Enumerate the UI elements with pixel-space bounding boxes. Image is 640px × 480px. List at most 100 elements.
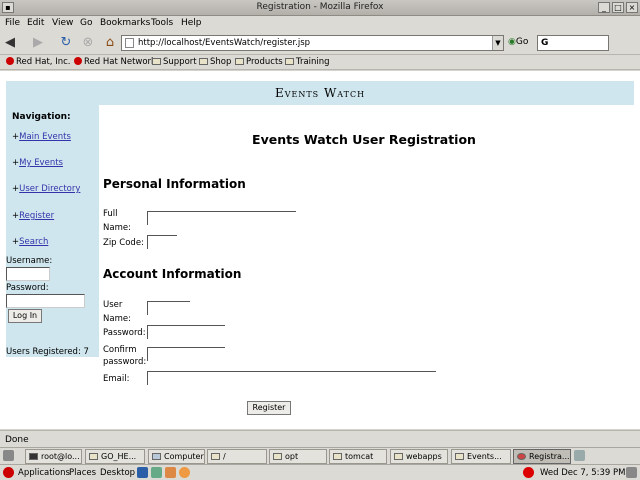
- password-input[interactable]: [6, 294, 85, 308]
- zip-code-field[interactable]: [147, 235, 177, 249]
- stop-icon[interactable]: ⊗: [80, 35, 96, 51]
- go-arrow-icon: ◉: [508, 37, 516, 47]
- applications-menu[interactable]: Applications: [18, 468, 70, 478]
- menu-edit[interactable]: Edit: [27, 18, 44, 28]
- window-list: root@lo... GO_HE... Computer / opt tomca…: [0, 447, 640, 464]
- reload-icon[interactable]: ↻: [58, 35, 74, 51]
- task-terminal[interactable]: root@lo...: [25, 449, 82, 464]
- desktop-panel: Applications Places Desktop Wed Dec 7, 5…: [0, 464, 640, 480]
- page-title: Events Watch User Registration: [252, 132, 476, 147]
- update-alert-icon[interactable]: [523, 467, 534, 478]
- task-go-he[interactable]: GO_HE...: [85, 449, 145, 464]
- nav-item-main-events: +Main Events: [12, 132, 71, 142]
- confirm-password-field[interactable]: [147, 347, 225, 361]
- full-name-label-line2: Name:: [103, 223, 131, 233]
- firefox-launcher-icon[interactable]: [179, 467, 190, 478]
- task-webapps[interactable]: webapps: [390, 449, 448, 464]
- users-registered-count: Users Registered: 7: [6, 347, 89, 357]
- nav-link-register[interactable]: Register: [19, 211, 54, 221]
- nav-item-user-directory: +User Directory: [12, 184, 80, 194]
- office-launcher-icon[interactable]: [165, 467, 176, 478]
- url-bar[interactable]: http://localhost/EventsWatch/register.js…: [121, 35, 504, 51]
- task-label: tomcat: [345, 452, 374, 461]
- forward-arrow-icon[interactable]: ▶: [30, 35, 46, 51]
- menu-file[interactable]: File: [5, 18, 20, 28]
- bookmark-redhat[interactable]: Red Hat, Inc.: [6, 57, 70, 67]
- folder-icon: [333, 453, 342, 460]
- confirm-password-label: Confirm password:: [103, 344, 146, 368]
- terminal-icon: [29, 453, 38, 460]
- bookmark-training[interactable]: Training: [285, 57, 330, 67]
- navigation-toolbar: ◀ ▶ ↻ ⊗ ⌂ http://localhost/EventsWatch/r…: [0, 31, 640, 55]
- task-computer[interactable]: Computer: [148, 449, 205, 464]
- task-label: root@lo...: [41, 452, 80, 461]
- url-text[interactable]: http://localhost/EventsWatch/register.js…: [138, 38, 310, 48]
- sidebar: Navigation: +Main Events +My Events +Use…: [6, 105, 99, 357]
- folder-icon: [394, 453, 403, 460]
- folder-icon: [89, 453, 98, 460]
- workspace-switcher-icon[interactable]: [574, 450, 585, 461]
- back-arrow-icon[interactable]: ◀: [2, 35, 18, 51]
- nav-link-search[interactable]: Search: [19, 237, 48, 247]
- places-menu[interactable]: Places: [69, 468, 96, 478]
- nav-item-register: +Register: [12, 211, 54, 221]
- nav-link-my-events[interactable]: My Events: [19, 158, 63, 168]
- menu-tools[interactable]: Tools: [151, 18, 173, 28]
- clock[interactable]: Wed Dec 7, 5:39 PM: [540, 468, 625, 478]
- register-button[interactable]: Register: [247, 401, 291, 415]
- window-titlebar[interactable]: ▪ Registration - Mozilla Firefox _ □ ×: [0, 0, 640, 16]
- url-dropdown-icon[interactable]: ▼: [492, 36, 503, 50]
- go-button[interactable]: ◉Go: [508, 37, 528, 47]
- task-tomcat[interactable]: tomcat: [329, 449, 387, 464]
- nav-link-main-events[interactable]: Main Events: [19, 132, 71, 142]
- bookmark-label: Red Hat Network: [84, 57, 156, 67]
- full-name-label-line1: Full: [103, 209, 118, 219]
- bookmark-shop[interactable]: Shop: [199, 57, 231, 67]
- redhat-icon: [74, 57, 82, 65]
- home-icon[interactable]: ⌂: [102, 35, 118, 51]
- task-label: /: [223, 452, 226, 461]
- zip-code-label: Zip Code:: [103, 238, 144, 248]
- password-field-label: Password:: [103, 328, 146, 338]
- email-field[interactable]: [147, 371, 436, 385]
- password-field[interactable]: [147, 325, 225, 339]
- menu-view[interactable]: View: [52, 18, 73, 28]
- task-registration[interactable]: Registra...: [513, 449, 571, 464]
- search-input[interactable]: G: [537, 35, 609, 51]
- redhat-menu-icon[interactable]: [3, 467, 14, 478]
- login-button[interactable]: Log In: [8, 309, 42, 323]
- bookmark-support[interactable]: Support: [152, 57, 197, 67]
- confirm-label-line1: Confirm: [103, 345, 137, 355]
- bookmark-redhat-network[interactable]: Red Hat Network: [74, 57, 156, 67]
- bookmark-products[interactable]: Products: [235, 57, 283, 67]
- mail-launcher-icon[interactable]: [151, 467, 162, 478]
- username-input[interactable]: [6, 267, 50, 281]
- task-events[interactable]: Events...: [451, 449, 511, 464]
- user-name-label: User Name:: [103, 299, 131, 325]
- folder-icon: [455, 453, 464, 460]
- bookmark-label: Red Hat, Inc.: [16, 57, 71, 67]
- user-name-label-line2: Name:: [103, 314, 131, 324]
- task-opt[interactable]: opt: [269, 449, 327, 464]
- minimize-icon[interactable]: _: [598, 2, 610, 13]
- full-name-field[interactable]: [147, 211, 296, 225]
- tray-icon[interactable]: [626, 467, 637, 478]
- task-root-folder[interactable]: /: [207, 449, 267, 464]
- desktop-menu[interactable]: Desktop: [100, 468, 135, 478]
- show-desktop-icon[interactable]: [3, 450, 14, 461]
- browser-launcher-icon[interactable]: [137, 467, 148, 478]
- close-icon[interactable]: ×: [626, 2, 638, 13]
- menu-help[interactable]: Help: [181, 18, 202, 28]
- user-name-label-line1: User: [103, 300, 123, 310]
- maximize-icon[interactable]: □: [612, 2, 624, 13]
- task-label: opt: [285, 452, 299, 461]
- user-name-field[interactable]: [147, 301, 190, 315]
- redhat-icon: [6, 57, 14, 65]
- nav-link-user-directory[interactable]: User Directory: [19, 184, 80, 194]
- firefox-icon: [517, 453, 526, 460]
- nav-item-search: +Search: [12, 237, 48, 247]
- menu-bar: File Edit View Go Bookmarks Tools Help: [0, 16, 640, 31]
- menu-bookmarks[interactable]: Bookmarks: [100, 18, 150, 28]
- menu-go[interactable]: Go: [80, 18, 92, 28]
- confirm-label-line2: password:: [103, 357, 147, 367]
